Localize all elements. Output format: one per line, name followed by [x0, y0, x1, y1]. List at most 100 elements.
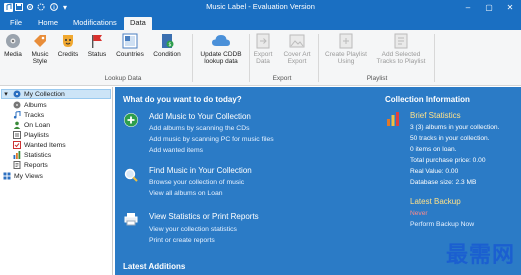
sidebar: ▾ My Collection Albums Tracks On Loan Pl… — [0, 87, 113, 275]
cloud-icon — [212, 33, 230, 49]
find-music-title[interactable]: Find Music in Your Collection — [149, 166, 252, 175]
tree-my-views[interactable]: My Views — [3, 171, 43, 181]
group-separator — [249, 34, 250, 82]
tree-my-collection[interactable]: ▾ My Collection — [1, 89, 111, 99]
view-loan-link[interactable]: View all albums on Loan — [149, 190, 223, 197]
ribbon-tabs: File Home Modifications Data — [0, 14, 521, 30]
ribbon: Media Music Style Credits Status Countri… — [0, 30, 521, 86]
scan-pc-link[interactable]: Add music by scanning PC for music files — [149, 136, 274, 143]
tree-item-playlists-label: Playlists — [24, 131, 49, 139]
update-cddb-label: Update CDDB lookup data — [200, 51, 242, 65]
tree-item-reports-label: Reports — [24, 161, 48, 169]
add-to-playlist-label: Add Selected Tracks to Playlist — [376, 51, 426, 65]
condition-icon: $ — [158, 33, 176, 49]
backup-status: Never — [410, 210, 428, 217]
cover-art-export-button[interactable]: Cover Art Export — [280, 33, 314, 65]
tree-my-collection-label: My Collection — [24, 90, 65, 98]
playlist-icon — [13, 131, 21, 139]
lookup-data-group-label: Lookup Data — [104, 75, 142, 82]
media-icon — [4, 33, 22, 49]
main-panel: What do you want to do today? Add Music … — [115, 87, 521, 275]
countries-label: Countries — [116, 51, 144, 58]
brief-statistics-title: Brief Statistics — [410, 111, 461, 120]
music-style-label: Music Style — [31, 51, 49, 65]
countries-button[interactable]: Countries — [114, 33, 146, 58]
playlist-group-label: Playlist — [366, 75, 388, 82]
flag-icon — [88, 33, 106, 49]
tree-my-views-label: My Views — [14, 172, 43, 180]
tree-item-tracks[interactable]: Tracks — [13, 110, 44, 120]
albums-count: 3 (3) albums in your collection. — [410, 124, 500, 131]
credits-label: Credits — [57, 51, 79, 58]
group-separator — [434, 34, 435, 82]
update-cddb-button[interactable]: Update CDDB lookup data — [196, 33, 246, 65]
latest-backup-title: Latest Backup — [410, 197, 461, 206]
wanted-icon — [13, 141, 21, 149]
close-button[interactable]: ✕ — [500, 0, 520, 14]
status-label: Status — [87, 51, 107, 58]
expand-icon[interactable]: ▾ — [2, 90, 10, 98]
export-data-button[interactable]: Export Data — [251, 33, 275, 65]
search-icon — [124, 168, 138, 182]
tree-item-albums-label: Albums — [24, 101, 47, 109]
add-icon — [124, 113, 138, 127]
export-icon — [254, 33, 272, 49]
report-icon — [13, 161, 21, 169]
tracks-count: 50 tracks in your collection. — [410, 135, 490, 142]
export-data-label: Export Data — [253, 51, 273, 65]
view-statistics-link[interactable]: View your collection statistics — [149, 226, 237, 233]
tree-item-on-loan[interactable]: On Loan — [13, 120, 50, 130]
maximize-button[interactable]: ▢ — [479, 0, 499, 14]
latest-additions-heading: Latest Additions — [123, 262, 186, 271]
music-note-icon — [13, 111, 21, 119]
title-bar: ▾ Music Label - Evaluation Version – ▢ ✕ — [0, 0, 521, 14]
media-label: Media — [4, 51, 22, 58]
tab-file[interactable]: File — [4, 17, 28, 30]
collection-icon — [13, 90, 21, 98]
browse-collection-link[interactable]: Browse your collection of music — [149, 179, 244, 186]
real-value: Real Value: 0.00 — [410, 168, 459, 175]
statistics-icon — [13, 151, 21, 159]
create-playlist-label: Create Playlist Using — [325, 51, 367, 65]
minimize-button[interactable]: – — [458, 0, 478, 14]
add-to-playlist-button[interactable]: Add Selected Tracks to Playlist — [372, 33, 430, 65]
condition-label: Condition — [153, 51, 181, 58]
add-music-title[interactable]: Add Music to Your Collection — [149, 112, 251, 121]
collection-info-heading: Collection Information — [385, 95, 470, 104]
tree-item-on-loan-label: On Loan — [24, 121, 51, 129]
status-button[interactable]: Status — [84, 33, 110, 58]
tree-item-tracks-label: Tracks — [24, 111, 45, 119]
tree-item-albums[interactable]: Albums — [13, 100, 47, 110]
svg-text:$: $ — [168, 42, 171, 48]
tab-data[interactable]: Data — [124, 17, 152, 30]
tree-item-playlists[interactable]: Playlists — [13, 130, 49, 140]
print-reports-link[interactable]: Print or create reports — [149, 237, 215, 244]
tab-home[interactable]: Home — [32, 17, 64, 30]
add-wanted-link[interactable]: Add wanted items — [149, 147, 203, 154]
window-title: Music Label - Evaluation Version — [206, 2, 315, 11]
media-button[interactable]: Media — [1, 33, 25, 58]
person-icon — [13, 121, 21, 129]
statistics-chart-icon — [386, 112, 400, 126]
export-group-label: Export — [272, 75, 292, 82]
watermark: 最需网 — [445, 243, 515, 268]
album-icon — [13, 101, 21, 109]
tree-item-statistics[interactable]: Statistics — [13, 150, 51, 160]
add-albums-link[interactable]: Add albums by scanning the CDs — [149, 125, 250, 132]
music-style-button[interactable]: Music Style — [27, 33, 53, 65]
tree-item-wanted-items-label: Wanted Items — [24, 141, 66, 149]
playlist-icon — [337, 33, 355, 49]
create-playlist-button[interactable]: Create Playlist Using — [325, 33, 367, 65]
statistics-reports-title[interactable]: View Statistics or Print Reports — [149, 212, 259, 221]
printer-icon — [124, 212, 138, 226]
add-tracks-icon — [392, 33, 410, 49]
tab-modifications[interactable]: Modifications — [67, 17, 123, 30]
music-style-icon — [31, 33, 49, 49]
purchase-price: Total purchase price: 0.00 — [410, 157, 486, 164]
tree-item-wanted-items[interactable]: Wanted Items — [13, 140, 66, 150]
database-size: Database size: 2.3 MB — [410, 179, 477, 186]
credits-button[interactable]: Credits — [55, 33, 81, 58]
tree-item-reports[interactable]: Reports — [13, 160, 48, 170]
condition-button[interactable]: $ Condition — [150, 33, 184, 58]
perform-backup-link[interactable]: Perform Backup Now — [410, 221, 474, 228]
